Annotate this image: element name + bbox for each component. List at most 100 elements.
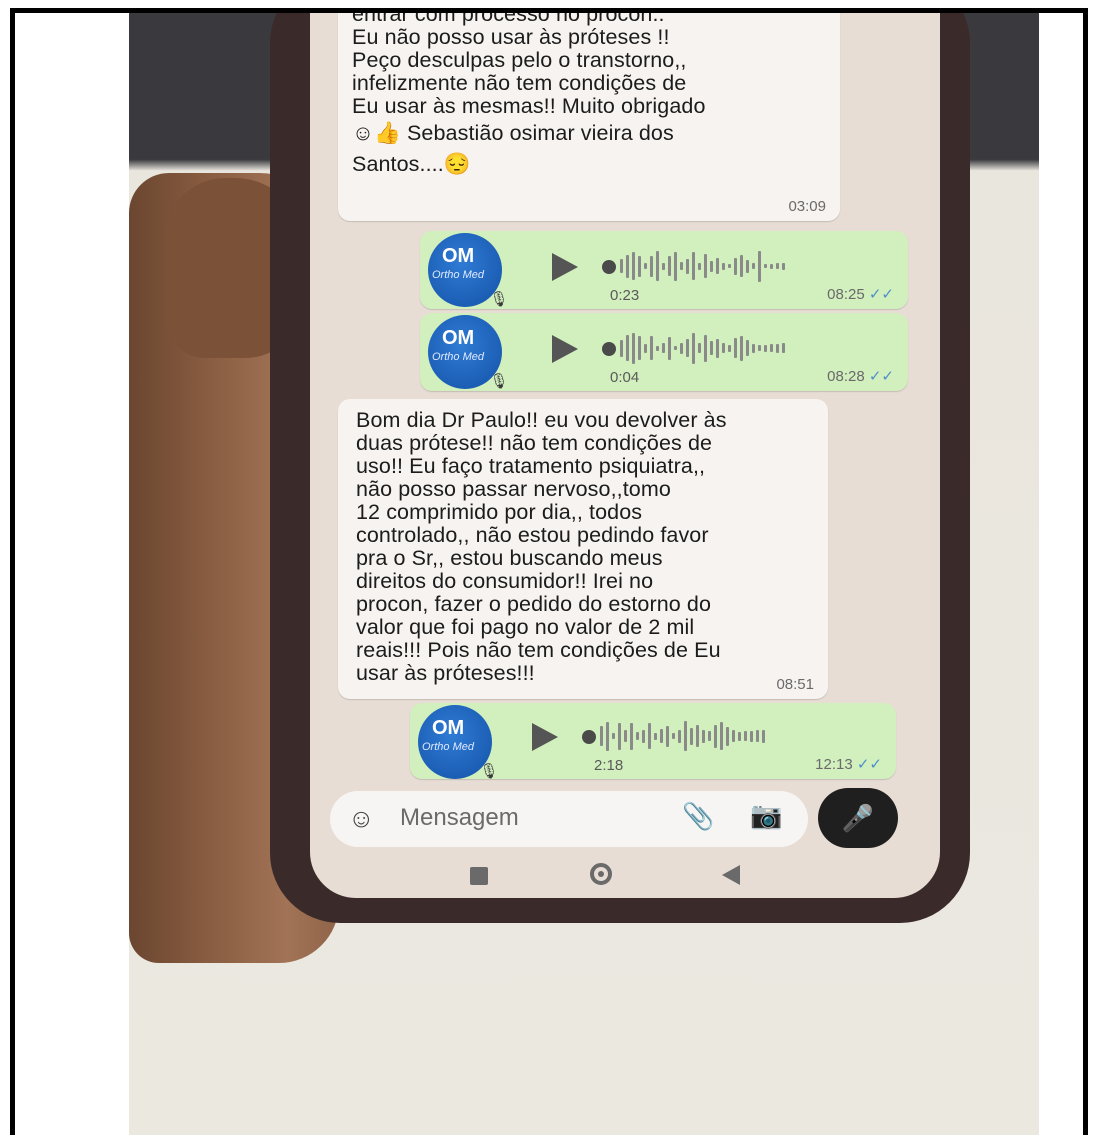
waveform-bar xyxy=(704,254,707,278)
waveform-bar xyxy=(680,342,683,354)
waveform-bar xyxy=(692,252,695,280)
waveform-bar xyxy=(662,343,665,353)
waveform-bar xyxy=(746,259,749,273)
waveform-bar xyxy=(648,723,651,749)
waveform-bar xyxy=(638,255,641,277)
message-line: direitos do consumidor!! Irei no xyxy=(356,569,654,593)
waveform-bar xyxy=(722,343,725,353)
waveform-bar xyxy=(702,729,705,743)
message-input[interactable]: Mensagem xyxy=(400,804,519,832)
microphone-icon: 🎙 xyxy=(489,291,509,308)
waveform-bar xyxy=(654,732,657,740)
play-icon[interactable] xyxy=(552,335,578,363)
message-line: Santos....😔 xyxy=(352,152,471,176)
waveform-bar xyxy=(698,343,701,353)
avatar-logo-subtext: Ortho Med xyxy=(432,351,484,363)
audio-duration: 2:18 xyxy=(594,757,624,774)
message-line: Eu usar às mesmas!! Muito obrigado xyxy=(352,94,706,118)
waveform-bar xyxy=(698,262,701,270)
waveform-bar xyxy=(692,332,695,364)
waveform-bar xyxy=(776,343,779,353)
microphone-button[interactable]: 🎤 xyxy=(818,788,898,848)
waveform-bar xyxy=(644,263,647,269)
waveform-bar xyxy=(644,343,647,353)
message-time-value: 12:13 xyxy=(815,756,853,773)
playback-scrubber[interactable] xyxy=(602,260,616,274)
message-bubble-incoming[interactable]: entrar com processo no procon.. Eu não p… xyxy=(338,13,840,221)
message-text: entrar com processo no procon.. Eu não p… xyxy=(352,13,828,176)
message-time: 03:09 xyxy=(788,198,826,215)
microphone-icon: 🎙 xyxy=(479,763,499,780)
waveform-bar xyxy=(696,725,699,747)
microphone-icon: 🎤 xyxy=(841,803,875,833)
waveform-bar xyxy=(740,255,743,277)
message-input-bar[interactable]: ☺ Mensagem 📎 📷 xyxy=(330,791,808,847)
waveform-bar xyxy=(722,262,725,270)
avatar-logo-text: OM xyxy=(442,245,475,267)
audio-waveform[interactable] xyxy=(620,250,785,282)
waveform-bar xyxy=(632,252,635,280)
voice-message-bubble[interactable]: OM Ortho Med 🎙 0:23 08:25 ✓✓ xyxy=(420,231,908,309)
waveform-bar xyxy=(720,722,723,750)
audio-duration: 0:23 xyxy=(610,287,640,304)
waveform-bar xyxy=(624,730,627,742)
waveform-bar xyxy=(704,334,707,362)
play-icon[interactable] xyxy=(532,723,558,751)
message-time: 08:25 ✓✓ xyxy=(827,285,894,303)
waveform-bar xyxy=(764,344,767,352)
waveform-bar xyxy=(630,722,633,750)
audio-waveform[interactable] xyxy=(600,721,765,751)
waveform-bar xyxy=(636,732,639,740)
phone-screen: entrar com processo no procon.. Eu não p… xyxy=(310,13,940,898)
waveform-bar xyxy=(600,726,603,746)
waveform-bar xyxy=(680,262,683,270)
voice-message-bubble[interactable]: OM Ortho Med 🎙 0:04 08:28 ✓✓ xyxy=(420,313,908,391)
message-time: 12:13 ✓✓ xyxy=(815,755,882,773)
playback-scrubber[interactable] xyxy=(602,342,616,356)
waveform-bar xyxy=(738,731,741,741)
waveform-bar xyxy=(662,262,665,270)
waveform-bar xyxy=(726,726,729,746)
message-line: infelizmente não tem condições de xyxy=(352,71,687,95)
message-line: não posso passar nervoso,,tomo xyxy=(356,477,671,501)
waveform-bar xyxy=(632,332,635,364)
square-icon[interactable] xyxy=(470,867,488,885)
message-line: uso!! Eu faço tratamento psiquiatra,, xyxy=(356,454,706,478)
message-text: Bom dia Dr Paulo!! eu vou devolver às du… xyxy=(356,409,816,685)
camera-icon[interactable]: 📷 xyxy=(750,800,782,831)
waveform-bar xyxy=(734,257,737,275)
waveform-bar xyxy=(606,721,609,751)
avatar-logo-subtext: Ortho Med xyxy=(422,741,474,753)
avatar-logo-text: OM xyxy=(432,717,465,739)
message-time-value: 08:28 xyxy=(827,368,865,385)
message-line: Eu não posso usar às próteses !! xyxy=(352,25,670,49)
waveform-bar xyxy=(710,341,713,355)
system-nav-bar xyxy=(310,853,940,898)
waveform-bar xyxy=(620,259,623,273)
waveform-bar xyxy=(716,258,719,274)
waveform-bar xyxy=(612,733,615,739)
emoji-icon[interactable]: ☺ xyxy=(348,803,375,834)
audio-waveform[interactable] xyxy=(620,332,785,364)
message-line: Bom dia Dr Paulo!! eu vou devolver às xyxy=(356,408,727,432)
waveform-bar xyxy=(764,264,767,268)
message-bubble-incoming[interactable]: Bom dia Dr Paulo!! eu vou devolver às du… xyxy=(338,399,828,699)
waveform-bar xyxy=(746,340,749,356)
read-ticks-icon: ✓✓ xyxy=(856,756,882,773)
message-line: reais!!! Pois não tem condições de Eu xyxy=(356,638,721,662)
playback-scrubber[interactable] xyxy=(582,730,596,744)
circle-icon[interactable] xyxy=(590,863,612,885)
paperclip-icon[interactable]: 📎 xyxy=(682,801,714,832)
waveform-bar xyxy=(656,251,659,281)
waveform-bar xyxy=(744,731,747,741)
waveform-bar xyxy=(638,336,641,360)
message-line: duas prótese!! não tem condições de xyxy=(356,431,713,455)
triangle-back-icon[interactable] xyxy=(722,865,740,885)
image-frame: entrar com processo no procon.. Eu não p… xyxy=(10,8,1088,1135)
message-time-value: 08:25 xyxy=(827,286,865,303)
voice-message-bubble[interactable]: OM Ortho Med 🎙 2:18 12:13 ✓✓ xyxy=(410,703,896,780)
play-icon[interactable] xyxy=(552,253,578,281)
waveform-bar xyxy=(666,725,669,747)
waveform-bar xyxy=(672,733,675,739)
waveform-bar xyxy=(756,730,759,742)
